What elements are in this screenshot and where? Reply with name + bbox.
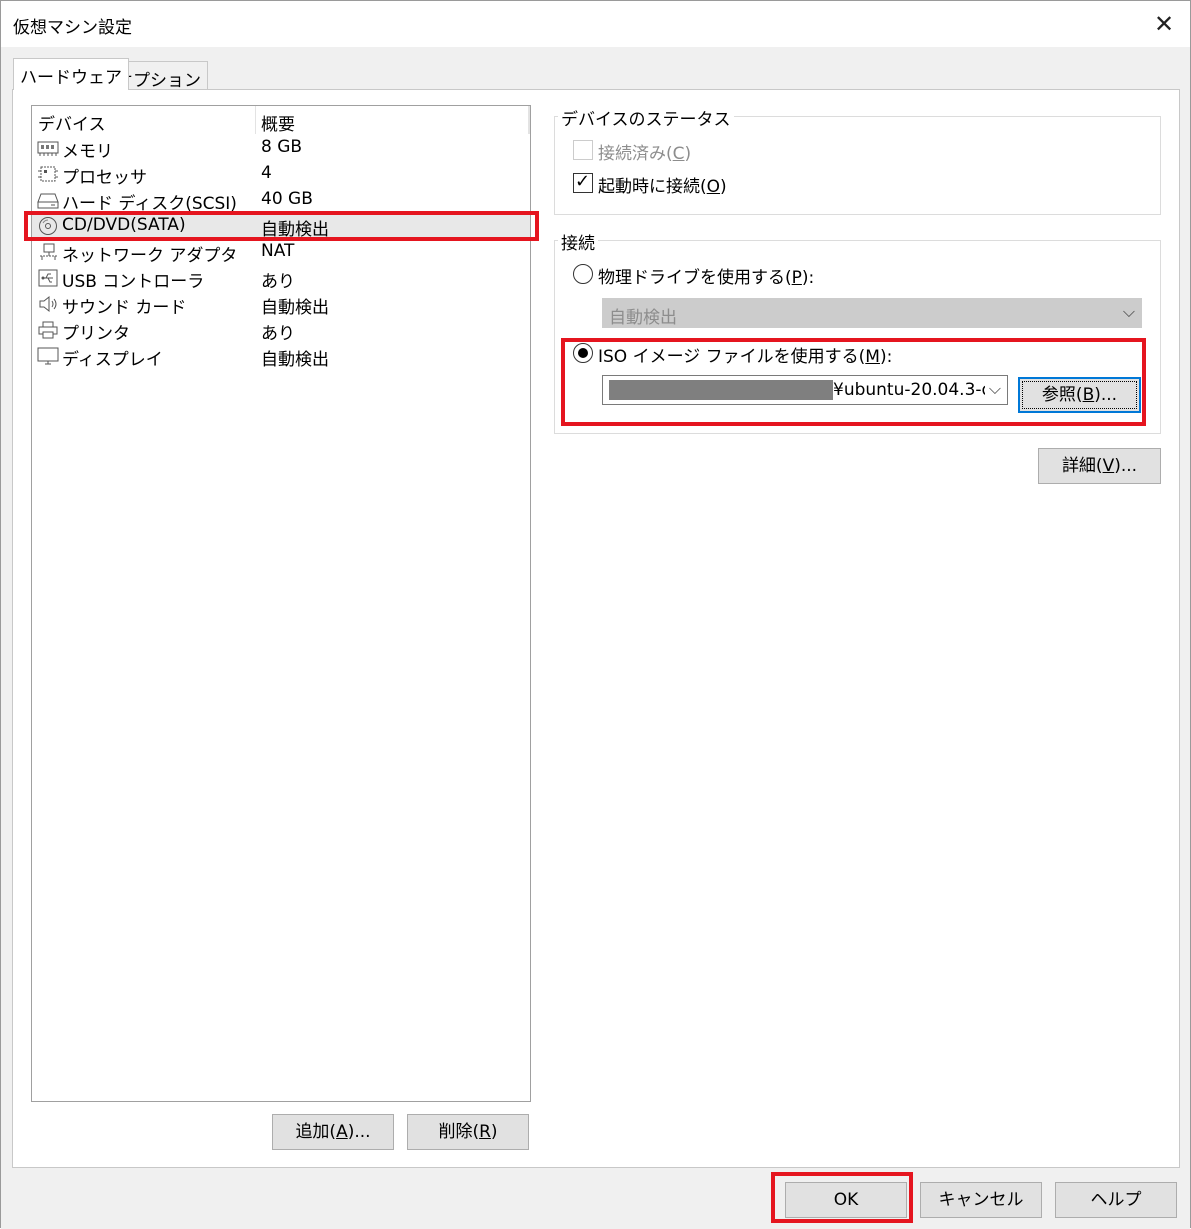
memory-icon [37, 138, 59, 158]
remove-button-text: 削除( [438, 1122, 480, 1142]
iso-image-text: ISO イメージ ファイルを使用する( [598, 347, 866, 367]
help-button[interactable]: ヘルプ [1055, 1182, 1177, 1218]
network-adapter-icon [37, 242, 59, 262]
device-name: USB コントローラ [62, 272, 205, 292]
add-button[interactable]: 追加(A)... [272, 1114, 394, 1150]
add-button-suffix: )... [347, 1122, 371, 1142]
connected-label: 接続済み(C) [598, 139, 691, 164]
device-summary: 自動検出 [261, 220, 329, 240]
column-header-device[interactable]: デバイス [38, 110, 106, 136]
device-row-network-adapter[interactable]: ネットワーク アダプタ NAT [32, 239, 530, 266]
chevron-down-icon: ⌵ [1122, 302, 1135, 321]
remove-button-suffix: ) [490, 1122, 498, 1142]
radio-dot [578, 348, 588, 358]
connected-key: C [672, 144, 685, 164]
connect-at-power-on-label: 起動時に接続(O) [598, 172, 727, 197]
physical-drive-radio[interactable] [573, 264, 593, 284]
cancel-button[interactable]: キャンセル [920, 1182, 1042, 1218]
close-icon[interactable]: ✕ [1148, 8, 1180, 40]
connect-at-power-on-text: 起動時に接続( [598, 177, 707, 197]
device-name: プロセッサ [62, 168, 147, 188]
connect-at-power-on-key: O [706, 177, 721, 197]
sound-icon [37, 294, 59, 314]
device-row-hard-disk[interactable]: ハード ディスク(SCSI) 40 GB [32, 187, 530, 214]
device-summary: 8 GB [261, 137, 303, 157]
device-status-label: デバイスのステータス [558, 105, 734, 130]
connection-label: 接続 [558, 229, 598, 254]
physical-drive-key: P [791, 268, 802, 288]
device-list[interactable]: デバイス 概要 メモリ 8 GB プロセッサ 4 ハード ディスク(SCSI) [31, 105, 531, 1102]
device-summary: NAT [261, 241, 295, 261]
remove-button-key: R [479, 1122, 491, 1142]
physical-drive-select-value: 自動検出 [609, 308, 677, 328]
device-summary: あり [261, 324, 295, 344]
column-separator [255, 106, 256, 134]
advanced-button-text: 詳細( [1061, 456, 1103, 476]
device-name: ネットワーク アダプタ [62, 246, 238, 266]
focus-rect [1022, 381, 1137, 409]
device-row-memory[interactable]: メモリ 8 GB [32, 135, 530, 162]
iso-image-label: ISO イメージ ファイルを使用する(M): [598, 342, 892, 367]
title-bar: 仮想マシン設定 ✕ [1, 1, 1190, 47]
add-button-text: 追加( [295, 1122, 337, 1142]
tab-hardware[interactable]: ハードウェア [13, 58, 129, 90]
ok-button[interactable]: OK [785, 1182, 907, 1218]
cd-dvd-icon [37, 216, 59, 236]
device-name: プリンタ [62, 324, 130, 344]
connected-suffix: ) [684, 144, 692, 164]
device-summary: あり [261, 272, 295, 292]
chevron-down-icon: ⌵ [984, 379, 1001, 399]
usb-icon [37, 268, 59, 288]
device-summary: 40 GB [261, 189, 313, 209]
device-summary: 4 [261, 163, 272, 183]
device-row-printer[interactable]: プリンタ あり [32, 317, 530, 344]
advanced-button[interactable]: 詳細(V)... [1038, 448, 1161, 484]
physical-drive-select[interactable]: 自動検出 ⌵ [602, 298, 1142, 328]
connected-text: 接続済み( [598, 144, 673, 164]
device-summary: 自動検出 [261, 350, 329, 370]
device-summary: 自動検出 [261, 298, 329, 318]
checkmark-icon: ✓ [575, 171, 591, 192]
device-row-usb[interactable]: USB コントローラ あり [32, 265, 530, 292]
hard-disk-icon [37, 190, 59, 210]
advanced-button-suffix: )... [1114, 456, 1138, 476]
connect-at-power-on-suffix: ) [720, 177, 727, 197]
printer-icon [37, 320, 59, 340]
device-name: ディスプレイ [62, 350, 163, 370]
iso-path-combobox[interactable]: ¥ubuntu-20.04.3-d ⌵ [602, 375, 1008, 405]
remove-button[interactable]: 削除(R) [407, 1114, 529, 1150]
header-edge [528, 106, 530, 134]
browse-button[interactable]: 参照(B)... [1018, 377, 1141, 413]
display-icon [37, 346, 59, 366]
processor-icon [37, 164, 59, 184]
redacted-path [609, 380, 833, 400]
connect-at-power-on-checkbox[interactable]: ✓ [573, 171, 593, 193]
connected-checkbox[interactable] [573, 140, 593, 160]
device-name: メモリ [62, 142, 113, 162]
vm-settings-dialog: 仮想マシン設定 ✕ ハードウェア オプション デバイス 概要 メモリ 8 GB … [0, 0, 1191, 1229]
window-title: 仮想マシン設定 [13, 18, 132, 38]
device-status-group [554, 116, 1161, 215]
add-button-key: A [336, 1122, 348, 1142]
physical-drive-label: 物理ドライブを使用する(P): [598, 263, 814, 288]
iso-image-suffix: ): [879, 347, 893, 367]
device-row-display[interactable]: ディスプレイ 自動検出 [32, 343, 530, 370]
device-name: ハード ディスク(SCSI) [62, 194, 237, 214]
iso-image-key: M [865, 347, 880, 367]
iso-image-radio[interactable] [573, 343, 593, 363]
physical-drive-suffix: ): [801, 268, 815, 288]
device-name: サウンド カード [62, 298, 187, 318]
device-name: CD/DVD(SATA) [62, 215, 186, 235]
physical-drive-text: 物理ドライブを使用する( [598, 268, 792, 288]
device-row-processor[interactable]: プロセッサ 4 [32, 161, 530, 188]
device-row-cd-dvd[interactable]: CD/DVD(SATA) 自動検出 [32, 213, 530, 240]
iso-path-value: ¥ubuntu-20.04.3-d [833, 380, 993, 400]
advanced-button-key: V [1102, 456, 1115, 476]
device-row-sound[interactable]: サウンド カード 自動検出 [32, 291, 530, 318]
column-header-summary[interactable]: 概要 [261, 110, 295, 136]
